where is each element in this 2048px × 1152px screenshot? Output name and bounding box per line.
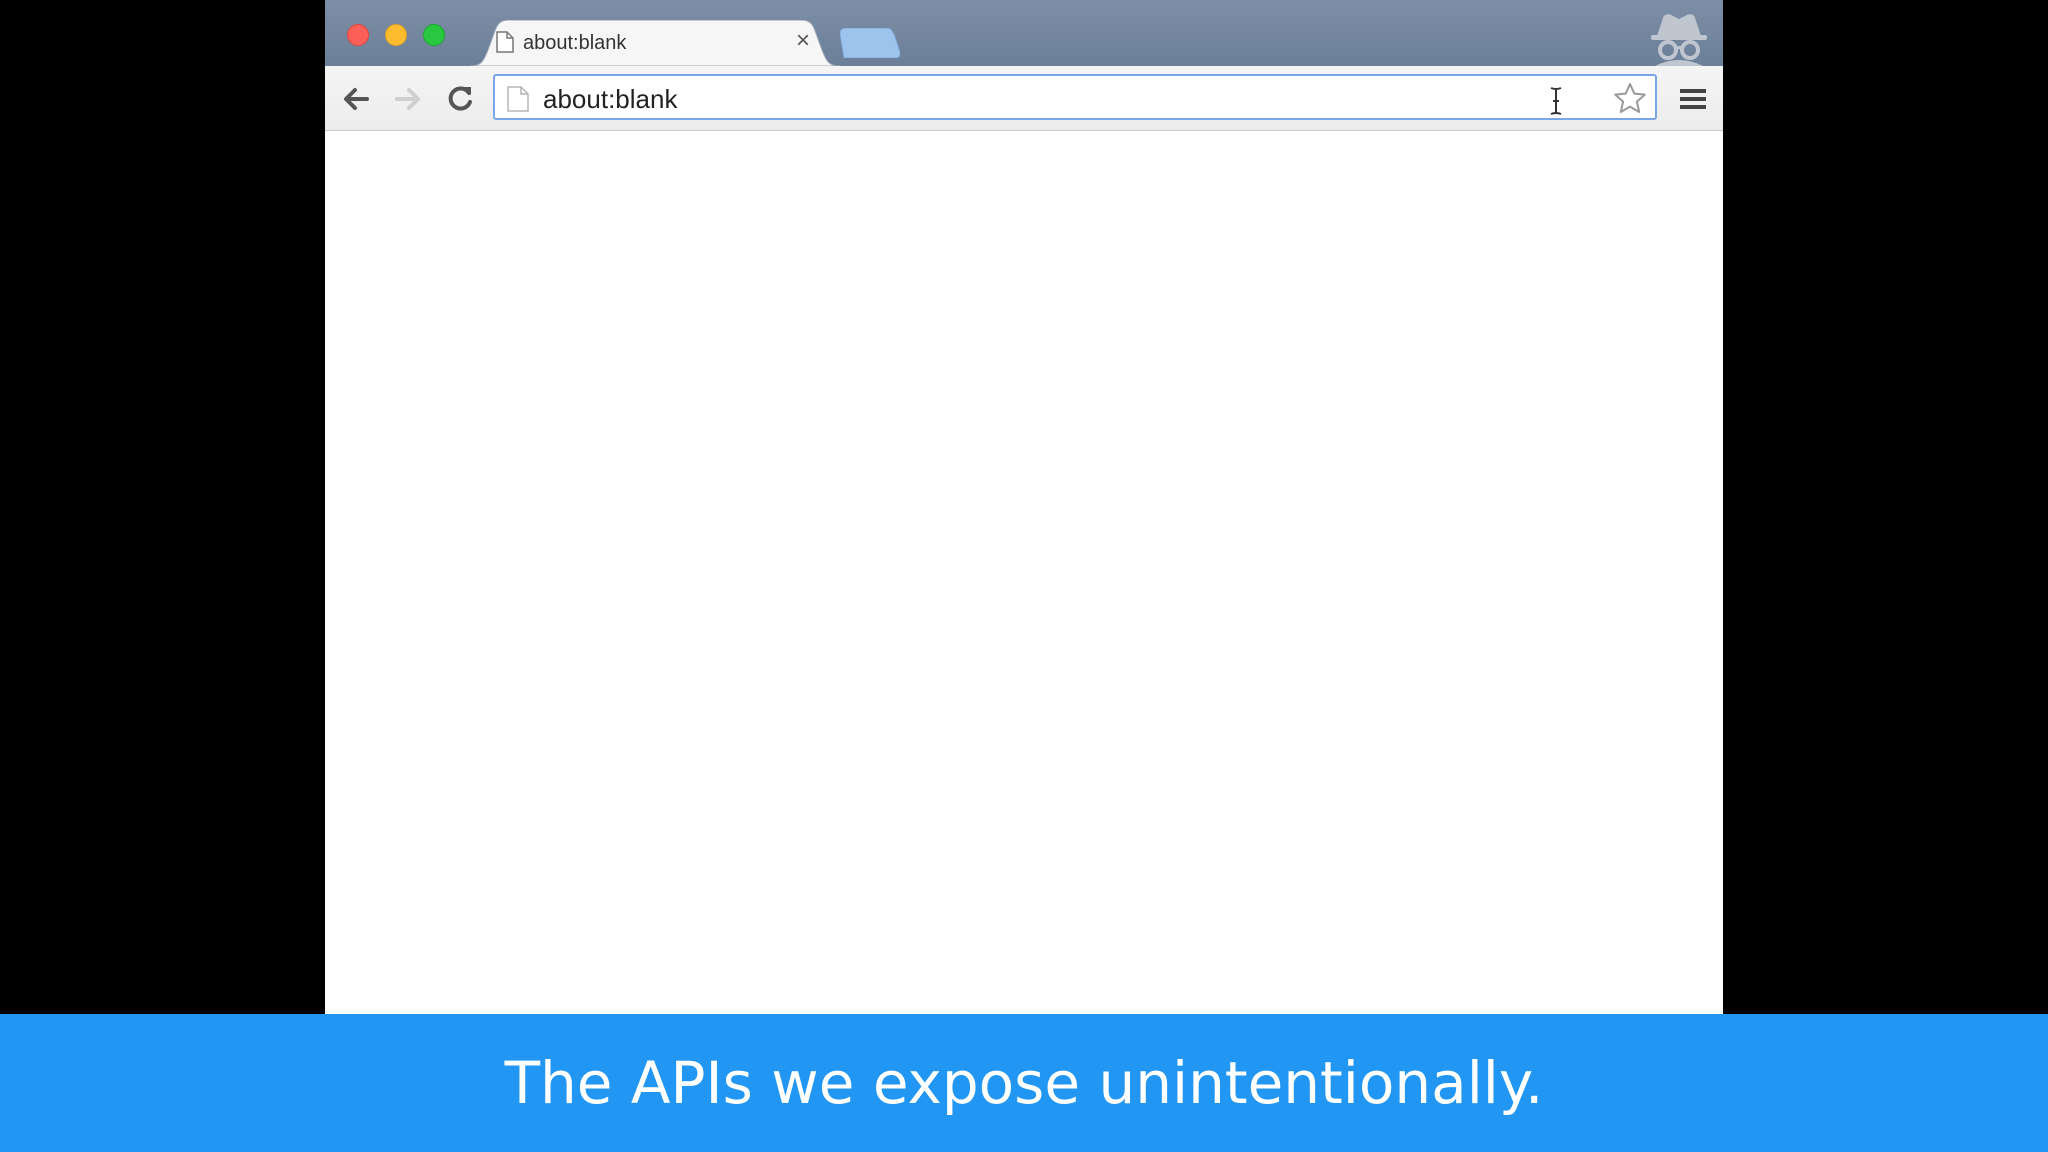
address-bar[interactable]: about:blank: [493, 74, 1657, 120]
star-icon[interactable]: [1613, 82, 1647, 119]
text-cursor-icon: [1549, 86, 1563, 121]
toolbar: about:blank: [325, 66, 1723, 131]
title-bar: about:blank ×: [325, 0, 1723, 66]
tab-about-blank[interactable]: about:blank ×: [470, 20, 840, 66]
caption-bar: The APIs we expose unintentionally.: [0, 1014, 2048, 1152]
maximize-window-button[interactable]: [423, 24, 445, 46]
minimize-window-button[interactable]: [385, 24, 407, 46]
blank-page-icon: [507, 86, 529, 117]
tab-title: about:blank: [523, 32, 627, 54]
caption-text: The APIs we expose unintentionally.: [504, 1049, 1544, 1117]
back-arrow-icon[interactable]: [339, 82, 373, 116]
incognito-icon: [1647, 10, 1711, 71]
page-content[interactable]: [325, 131, 1723, 1014]
address-url: about:blank: [543, 84, 678, 114]
close-window-button[interactable]: [347, 24, 369, 46]
page-icon: [496, 31, 514, 58]
video-frame: about:blank × about:blank The APIs we ex…: [0, 0, 2048, 1152]
close-tab-icon[interactable]: ×: [790, 28, 816, 54]
hamburger-menu-icon[interactable]: [1677, 84, 1709, 114]
new-tab-button[interactable]: [839, 27, 901, 63]
forward-arrow-icon[interactable]: [391, 82, 425, 116]
browser-window: about:blank × about:blank: [325, 0, 1723, 1014]
reload-icon[interactable]: [443, 82, 477, 116]
